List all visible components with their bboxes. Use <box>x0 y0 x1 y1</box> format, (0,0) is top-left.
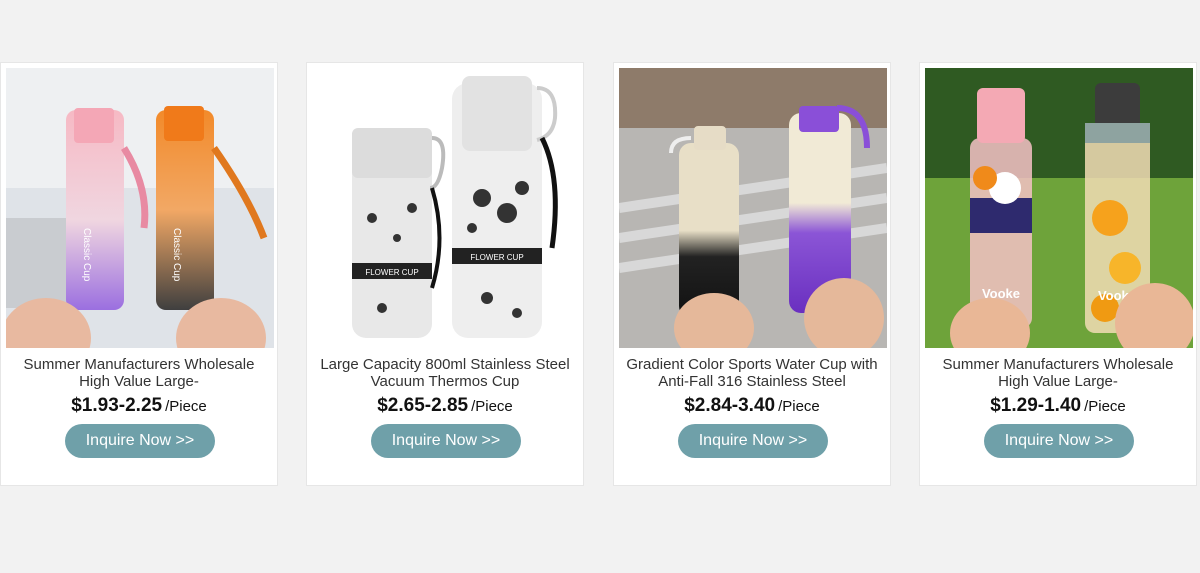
product-price: $2.84-3.40/Piece <box>614 395 890 417</box>
product-grid: Classic Cup Classic Cup Summer Manufactu… <box>0 62 1200 488</box>
product-image[interactable]: Classic Cup Classic Cup <box>6 68 274 348</box>
price-amount: $2.65-2.85 <box>377 395 469 416</box>
product-title[interactable]: Summer Manufacturers Wholesale High Valu… <box>9 356 269 390</box>
product-image[interactable]: Vooke Vooke <box>925 68 1193 348</box>
product-image[interactable]: FLOWER CUP FLOWER CUP <box>312 68 580 348</box>
product-price: $1.93-2.25/Piece <box>1 395 277 417</box>
price-amount: $2.84-3.40 <box>684 395 776 416</box>
image-label: Classic Cup <box>81 228 92 282</box>
fruit-infuser-bottles-image: Vooke Vooke <box>925 68 1193 348</box>
product-card[interactable]: Vooke Vooke Summer Manufacturers Wholesa… <box>919 62 1197 486</box>
price-amount: $1.93-2.25 <box>71 395 163 416</box>
product-title[interactable]: Large Capacity 800ml Stainless Steel Vac… <box>315 356 575 390</box>
product-title[interactable]: Summer Manufacturers Wholesale High Valu… <box>928 356 1188 390</box>
price-unit: /Piece <box>778 398 820 415</box>
sports-bottles-image <box>619 68 887 348</box>
price-unit: /Piece <box>471 398 513 415</box>
price-amount: $1.29-1.40 <box>990 395 1082 416</box>
product-image[interactable] <box>619 68 887 348</box>
product-card[interactable]: FLOWER CUP FLOWER CUP Large Capacity 800… <box>306 62 584 486</box>
inquire-now-button[interactable]: Inquire Now >> <box>984 424 1134 458</box>
image-label: Classic Cup <box>171 228 182 282</box>
flower-thermos-image: FLOWER CUP FLOWER CUP <box>312 68 580 348</box>
inquire-now-button[interactable]: Inquire Now >> <box>371 424 521 458</box>
pink-orange-bottles-image: Classic Cup Classic Cup <box>6 68 274 348</box>
product-card[interactable]: Gradient Color Sports Water Cup with Ant… <box>613 62 891 486</box>
product-price: $2.65-2.85/Piece <box>307 395 583 417</box>
image-label: FLOWER CUP <box>365 268 418 277</box>
image-label: FLOWER CUP <box>470 253 523 262</box>
inquire-now-button[interactable]: Inquire Now >> <box>678 424 828 458</box>
price-unit: /Piece <box>1084 398 1126 415</box>
product-price: $1.29-1.40/Piece <box>920 395 1196 417</box>
product-title[interactable]: Gradient Color Sports Water Cup with Ant… <box>622 356 882 390</box>
product-card[interactable]: Classic Cup Classic Cup Summer Manufactu… <box>0 62 278 486</box>
inquire-now-button[interactable]: Inquire Now >> <box>65 424 215 458</box>
price-unit: /Piece <box>165 398 207 415</box>
